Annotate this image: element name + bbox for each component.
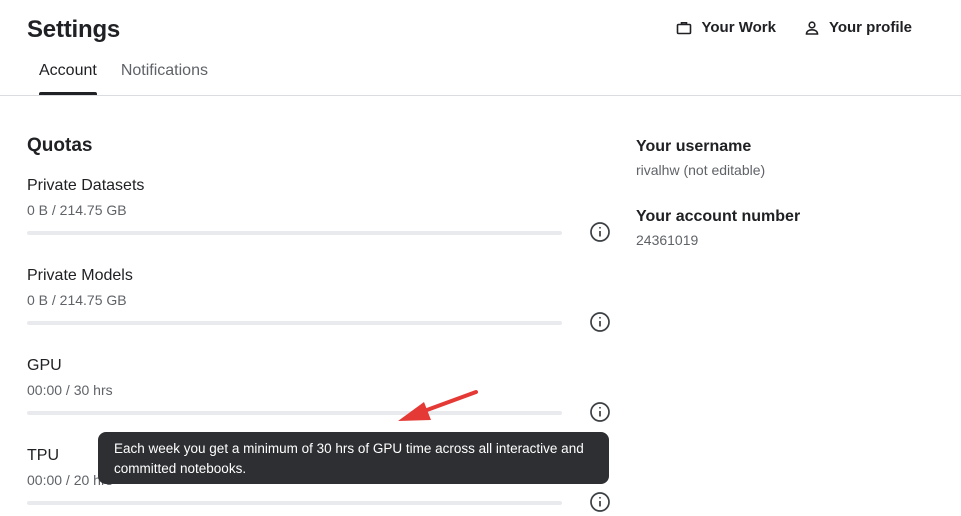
quota-name: TPU — [27, 447, 59, 464]
quota-value: 00:00 / 30 hrs — [27, 382, 113, 398]
your-work-label: Your Work — [701, 19, 776, 36]
quota-progress-bar — [27, 321, 562, 325]
quotas-title: Quotas — [27, 135, 93, 156]
quota-progress-bar — [27, 411, 562, 415]
quota-value: 0 B / 214.75 GB — [27, 292, 127, 308]
person-icon — [805, 20, 819, 35]
settings-tabs: Account Notifications — [27, 60, 220, 95]
info-icon[interactable] — [589, 401, 611, 423]
your-profile-link[interactable]: Your profile — [804, 19, 912, 36]
your-profile-label: Your profile — [828, 19, 912, 36]
quota-private-datasets: Private Datasets 0 B / 214.75 GB — [27, 177, 617, 267]
username-block: Your username rivalhw (not editable) — [636, 138, 765, 178]
your-work-link[interactable]: Your Work — [676, 19, 776, 36]
quota-progress-bar — [27, 501, 562, 505]
quota-private-models: Private Models 0 B / 214.75 GB — [27, 267, 617, 357]
briefcase-icon — [677, 21, 692, 34]
quota-name: Private Datasets — [27, 177, 145, 194]
info-icon[interactable] — [589, 311, 611, 333]
username-label: Your username — [636, 138, 752, 155]
account-number-value: 24361019 — [636, 232, 699, 248]
header-divider — [0, 95, 961, 96]
quota-progress-bar — [27, 231, 562, 235]
account-number-label: Your account number — [636, 208, 801, 225]
info-icon[interactable] — [589, 491, 611, 513]
gpu-quota-tooltip: Each week you get a minimum of 30 hrs of… — [98, 432, 609, 484]
username-value: rivalhw (not editable) — [636, 162, 766, 178]
account-number-block: Your account number 24361019 — [636, 208, 800, 248]
tab-notifications[interactable]: Notifications — [109, 60, 220, 95]
page-title: Settings — [27, 16, 121, 43]
quota-name: Private Models — [27, 267, 133, 284]
info-icon[interactable] — [589, 221, 611, 243]
tab-account[interactable]: Account — [27, 60, 109, 95]
top-links: Your Work Your profile — [676, 19, 912, 36]
quota-name: GPU — [27, 357, 62, 374]
quota-value: 0 B / 214.75 GB — [27, 202, 127, 218]
